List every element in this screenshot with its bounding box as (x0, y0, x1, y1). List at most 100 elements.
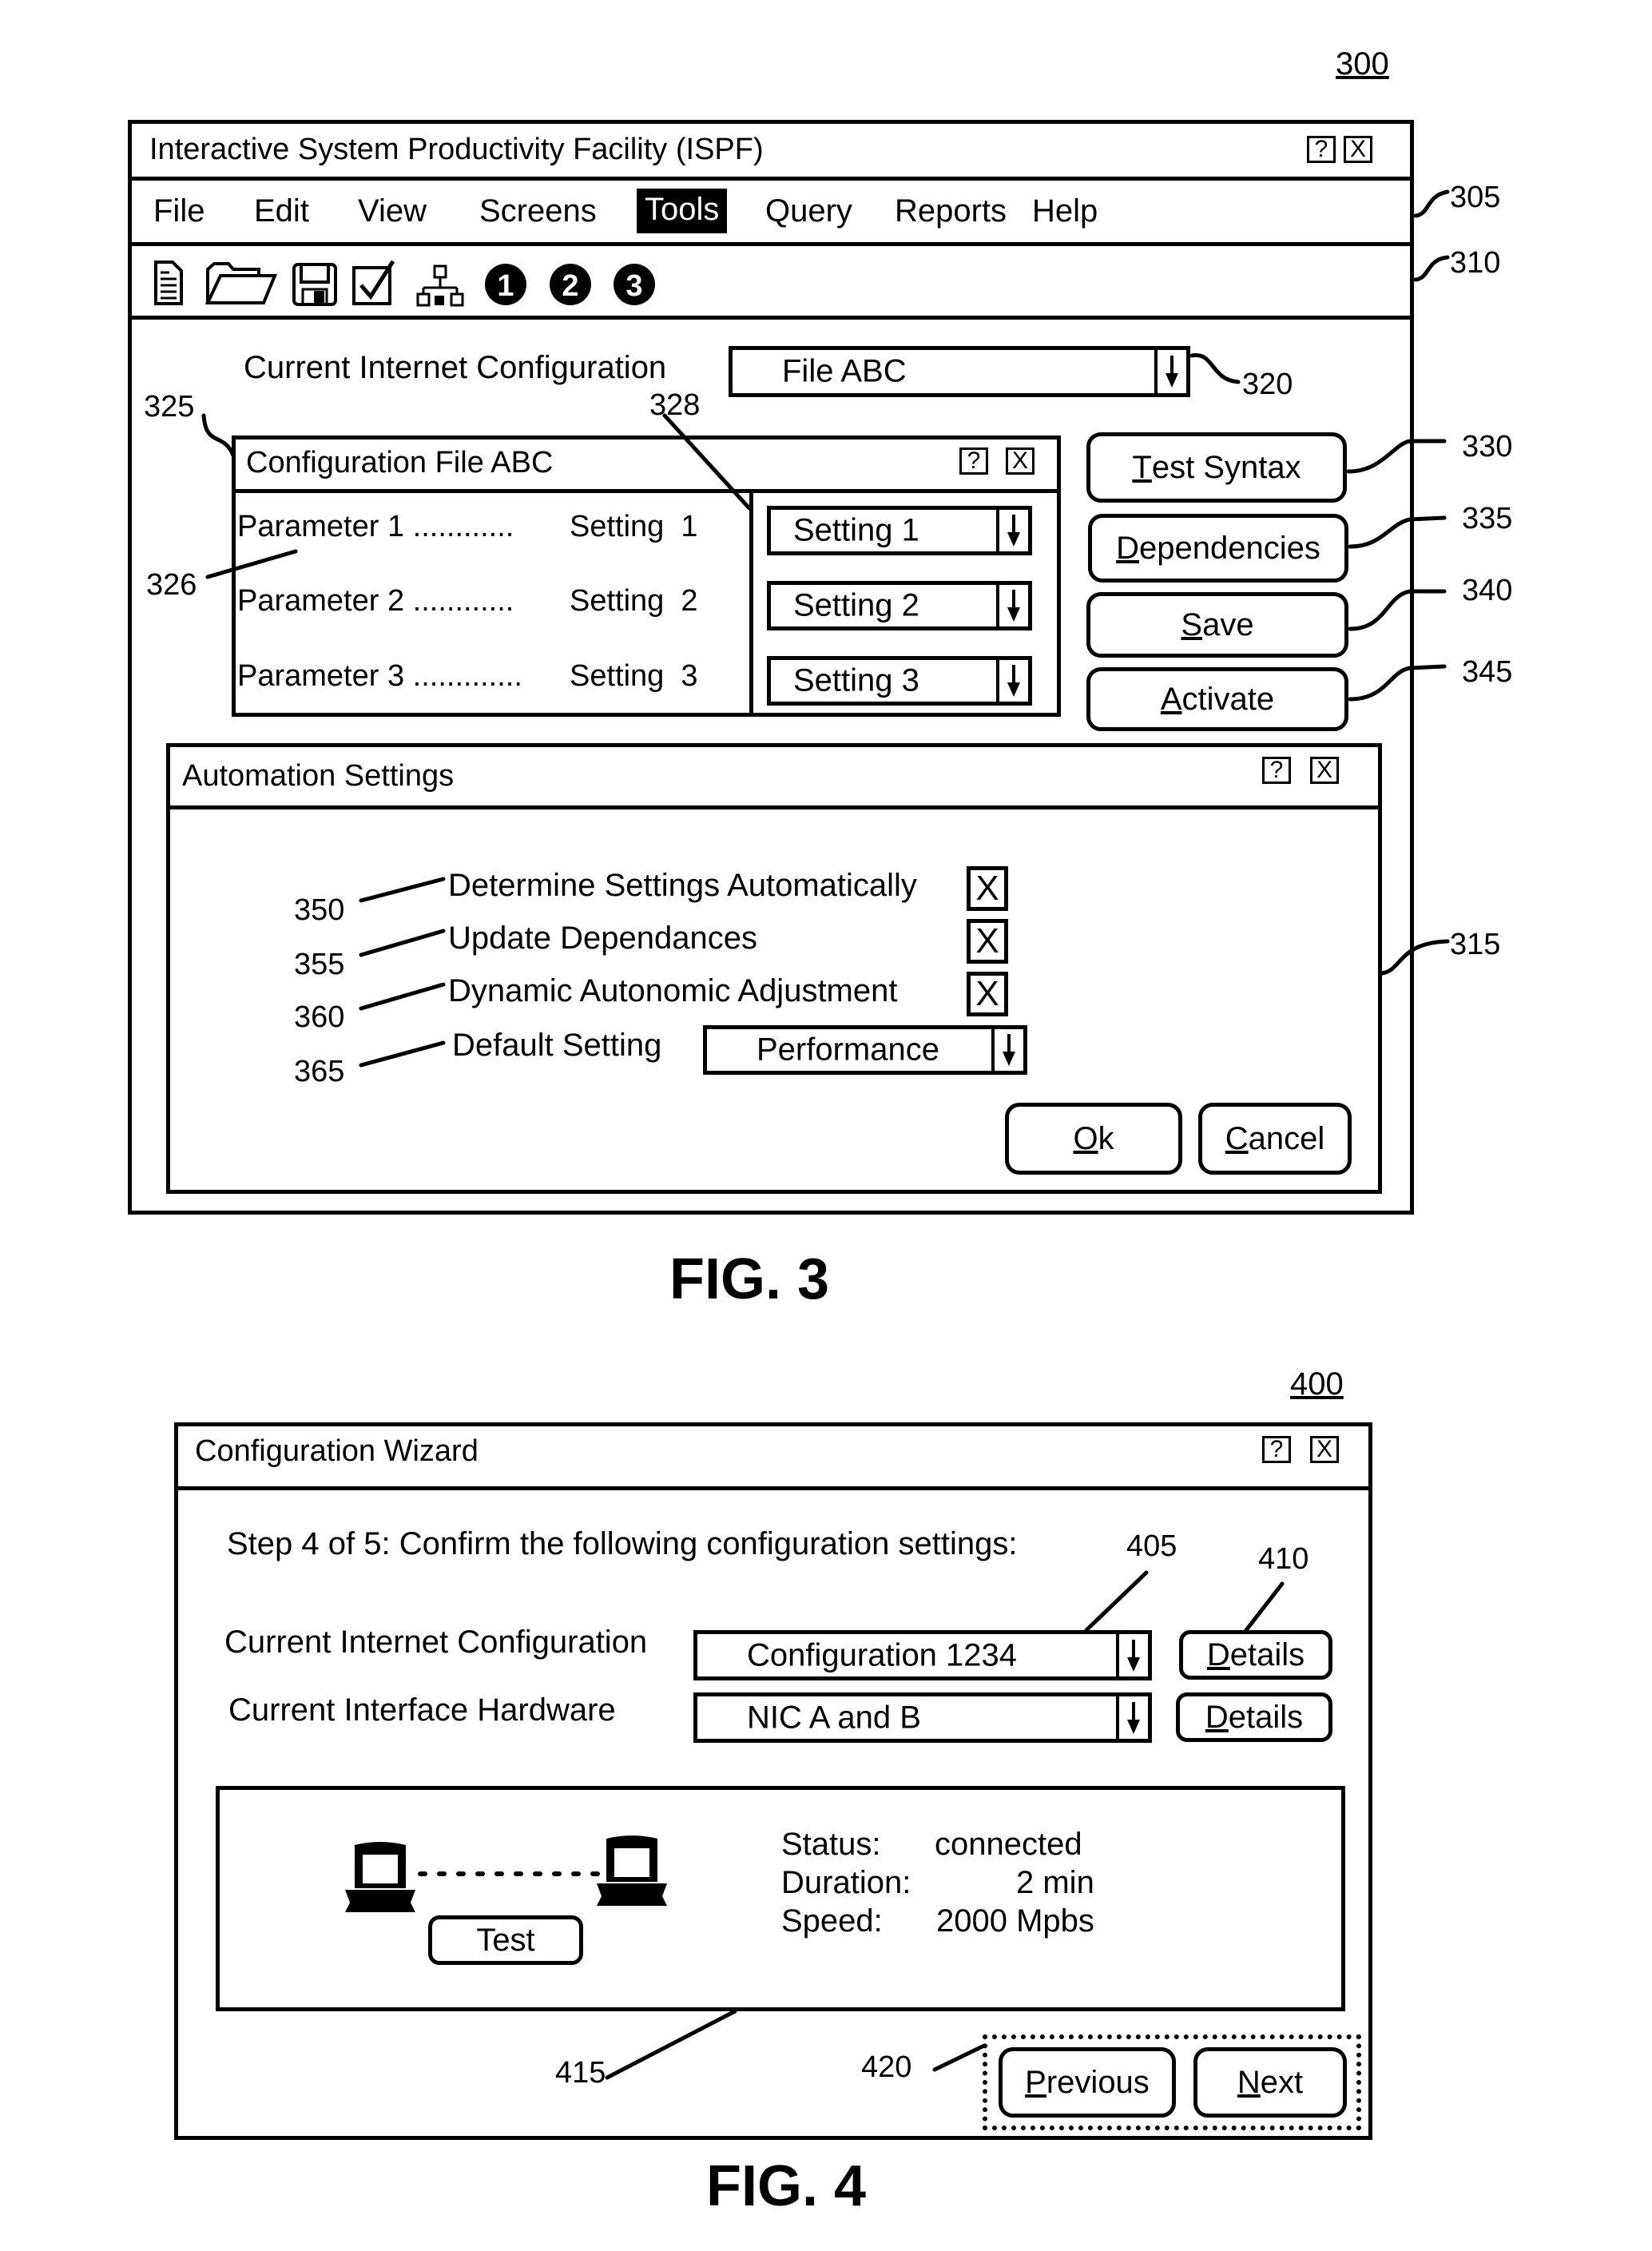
help-button[interactable]: ? (1307, 136, 1336, 163)
save-mnemonic: S (1181, 606, 1203, 642)
speed-value: 2000 Mpbs (936, 1903, 1094, 1939)
save-disk-icon[interactable] (292, 262, 338, 311)
ok-button[interactable]: Ok (1005, 1103, 1182, 1175)
ok-mnemonic: O (1073, 1120, 1098, 1156)
wizard-close-button[interactable]: X (1310, 1436, 1339, 1463)
default-setting-label: Default Setting (452, 1028, 662, 1063)
option-determine-settings-label: Determine Settings Automatically (448, 868, 917, 903)
menu-tools[interactable]: Tools (637, 189, 728, 233)
setting-dropdown-value: Setting 1 (793, 512, 919, 548)
svg-text:2: 2 (562, 269, 578, 303)
test-syntax-label: est Syntax (1151, 449, 1301, 485)
ref-335: 335 (1462, 502, 1513, 535)
activate-button[interactable]: Activate (1086, 667, 1348, 731)
wizard-title-divider (174, 1486, 1372, 1490)
chevron-down-icon[interactable] (996, 660, 1028, 702)
internet-config-value: Configuration 1234 (747, 1637, 1018, 1672)
ref-310: 310 (1450, 246, 1501, 280)
cancel-button[interactable]: Cancel (1198, 1103, 1352, 1175)
config-panel-help-button[interactable]: ? (959, 447, 988, 475)
save-label: ave (1202, 606, 1254, 642)
menu-edit[interactable]: Edit (248, 192, 316, 230)
toolbar-divider (128, 316, 1414, 320)
figure-4-caption: FIG. 4 (706, 2154, 867, 2218)
figure-4-reference-number: 400 (1290, 1366, 1344, 1402)
close-button[interactable]: X (1344, 136, 1372, 163)
dynamic-adjustment-checkbox[interactable]: X (967, 972, 1008, 1016)
chevron-down-icon[interactable] (1154, 350, 1186, 393)
menu-help[interactable]: Help (1026, 192, 1104, 230)
cancel-mnemonic: C (1225, 1120, 1249, 1156)
open-folder-icon[interactable] (205, 261, 278, 310)
test-syntax-button[interactable]: Test Syntax (1086, 432, 1347, 503)
update-dependances-checkbox[interactable]: X (967, 919, 1008, 964)
internet-config-label: Current Internet Configuration (224, 1625, 648, 1660)
automation-close-button[interactable]: X (1310, 757, 1339, 784)
status-label: Status: (781, 1827, 881, 1862)
config-panel-close-button[interactable]: X (1006, 447, 1034, 475)
menu-view[interactable]: View (351, 192, 433, 230)
step-1-icon[interactable]: 1 (483, 262, 528, 311)
svg-text:1: 1 (497, 269, 514, 303)
step-2-icon[interactable]: 2 (548, 262, 593, 311)
config-file-panel-title: Configuration File ABC (246, 446, 554, 479)
ref-360: 360 (294, 1000, 345, 1034)
determine-settings-checkbox[interactable]: X (967, 866, 1008, 911)
dependencies-button[interactable]: Dependencies (1088, 514, 1348, 583)
leader-310 (1413, 255, 1450, 282)
ref-340: 340 (1462, 574, 1513, 607)
activate-label: ctivate (1181, 681, 1275, 717)
figure-3-caption: FIG. 3 (669, 1247, 830, 1311)
checkbox-icon[interactable] (351, 260, 398, 310)
current-config-dropdown[interactable]: File ABC (729, 346, 1190, 397)
chevron-down-icon[interactable] (1116, 1696, 1148, 1739)
setting-dropdown[interactable]: Setting 3 (767, 656, 1032, 706)
ref-350: 350 (294, 893, 345, 927)
duration-label: Duration: (781, 1865, 911, 1900)
hardware-dropdown[interactable]: NIC A and B (693, 1692, 1152, 1743)
default-setting-dropdown[interactable]: Performance (703, 1025, 1027, 1075)
hardware-value: NIC A and B (747, 1700, 921, 1735)
network-icon[interactable] (415, 264, 465, 312)
menu-reports[interactable]: Reports (888, 192, 1013, 230)
parameter-setting: Setting 3 (570, 659, 698, 693)
automation-help-button[interactable]: ? (1262, 757, 1291, 784)
new-document-icon[interactable] (153, 260, 184, 310)
chevron-down-icon[interactable] (996, 585, 1028, 626)
ref-330: 330 (1462, 430, 1513, 463)
test-syntax-mnemonic: T (1132, 449, 1152, 485)
wizard-title: Configuration Wizard (195, 1434, 479, 1468)
setting-dropdown[interactable]: Setting 2 (767, 581, 1032, 630)
ref-328: 328 (649, 388, 701, 422)
details-label: etails (1229, 1637, 1305, 1672)
step-3-icon[interactable]: 3 (612, 262, 657, 311)
speed-label: Speed: (781, 1903, 883, 1939)
cancel-label: ancel (1248, 1120, 1325, 1156)
details-button-config[interactable]: Details (1179, 1630, 1332, 1680)
ref-355: 355 (294, 948, 345, 981)
dependencies-mnemonic: D (1116, 530, 1140, 566)
next-button[interactable]: Next (1193, 2047, 1347, 2118)
wizard-help-button[interactable]: ? (1262, 1436, 1291, 1463)
save-button[interactable]: Save (1086, 592, 1348, 658)
automation-settings-title: Automation Settings (182, 759, 455, 793)
previous-button[interactable]: Previous (999, 2047, 1176, 2118)
ref-410: 410 (1258, 1542, 1309, 1576)
setting-dropdown[interactable]: Setting 1 (767, 506, 1032, 555)
details-button-hardware[interactable]: Details (1176, 1692, 1332, 1742)
hardware-label: Current Interface Hardware (228, 1692, 616, 1728)
menu-screens[interactable]: Screens (473, 192, 603, 230)
chevron-down-icon[interactable] (1116, 1634, 1148, 1676)
previous-mnemonic: P (1025, 2064, 1046, 2100)
details-mnemonic: D (1205, 1699, 1229, 1735)
chevron-down-icon[interactable] (996, 510, 1028, 551)
status-value: connected (935, 1827, 1082, 1862)
ref-315: 315 (1450, 928, 1501, 961)
menu-file[interactable]: File (147, 192, 211, 230)
internet-config-dropdown[interactable]: Configuration 1234 (693, 1630, 1152, 1680)
ref-305: 305 (1450, 181, 1501, 214)
test-button[interactable]: Test (428, 1915, 583, 1965)
chevron-down-icon[interactable] (991, 1029, 1023, 1071)
menu-query[interactable]: Query (759, 192, 859, 230)
parameter-label: Parameter 3 ............. (237, 659, 522, 693)
